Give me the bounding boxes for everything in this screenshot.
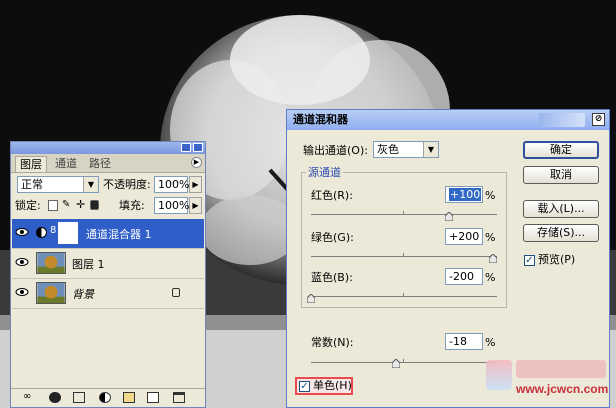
chevron-down-icon: ▼: [83, 177, 98, 192]
visibility-eye-icon[interactable]: [15, 227, 29, 237]
layer-name: 图层 1: [72, 258, 105, 271]
ok-button[interactable]: 确定: [523, 141, 599, 159]
red-label: 红色(R):: [311, 189, 353, 202]
chevron-down-icon: ▼: [423, 142, 438, 157]
close-icon[interactable]: [193, 143, 203, 152]
dialog-title: 通道混和器: [293, 113, 348, 126]
watermark-graphic: [516, 360, 606, 378]
panel-menu-icon[interactable]: ▶: [191, 157, 202, 168]
percent-sign: %: [485, 189, 496, 202]
save-button[interactable]: 存储(S)...: [523, 224, 599, 242]
layer-row-channel-mixer[interactable]: 8 通道混合器 1: [12, 219, 204, 249]
layer-mask-thumbnail[interactable]: [58, 222, 78, 244]
lock-icon: [172, 288, 180, 297]
layers-list: 8 通道混合器 1 图层 1 背景: [12, 219, 204, 309]
load-button[interactable]: 载入(L)...: [523, 200, 599, 218]
percent-sign: %: [485, 231, 496, 244]
blue-slider-handle[interactable]: [307, 294, 315, 303]
tab-channels[interactable]: 通道: [51, 156, 81, 172]
blue-label: 蓝色(B):: [311, 271, 353, 284]
tab-layers[interactable]: 图层: [15, 156, 47, 172]
watermark: www.jcwcn.com: [486, 360, 610, 404]
constant-slider-track[interactable]: [311, 362, 497, 363]
cancel-button[interactable]: 取消: [523, 166, 599, 184]
visibility-eye-icon[interactable]: [15, 287, 29, 297]
constant-input[interactable]: -18: [445, 333, 483, 350]
red-slider-track[interactable]: [311, 214, 497, 215]
fill-input[interactable]: 100%: [154, 197, 189, 214]
percent-sign: %: [485, 271, 496, 284]
fill-label: 填充:: [119, 199, 145, 212]
green-slider-handle[interactable]: [489, 254, 497, 263]
layer-name: 通道混合器 1: [86, 228, 152, 241]
slider-center-tick: [403, 211, 404, 214]
lock-transparency-icon[interactable]: [48, 200, 58, 211]
monochrome-label: 单色(H): [313, 379, 352, 392]
red-slider-handle[interactable]: [445, 212, 453, 221]
new-layer-icon[interactable]: [147, 392, 159, 403]
preview-checkbox[interactable]: ✓: [524, 255, 535, 266]
layer-row-background[interactable]: 背景: [12, 279, 204, 309]
monochrome-option[interactable]: ✓ 单色(H): [295, 377, 353, 395]
green-label: 绿色(G):: [311, 231, 354, 244]
output-channel-value: 灰色: [377, 143, 399, 156]
constant-label: 常数(N):: [311, 336, 354, 349]
output-channel-label: 输出通道(O):: [303, 144, 368, 157]
layer-style-icon[interactable]: [49, 392, 61, 403]
watermark-url: www.jcwcn.com: [516, 382, 609, 396]
blue-slider-track[interactable]: [311, 296, 497, 297]
panel-tab-strip: 图层 通道 路径 ▶: [11, 154, 205, 173]
monochrome-checkbox[interactable]: ✓: [299, 381, 310, 392]
lock-brush-icon[interactable]: ✎: [62, 200, 72, 211]
adjustment-layer-icon: [36, 227, 47, 238]
green-input[interactable]: +200: [445, 228, 483, 245]
constant-slider-handle[interactable]: [392, 359, 400, 368]
lock-all-icon[interactable]: [90, 200, 99, 210]
lock-options: ✎ ✛: [48, 199, 118, 211]
source-channels-legend: 源通道: [308, 166, 341, 179]
panel-title-bar[interactable]: [11, 142, 205, 154]
fill-arrow-icon[interactable]: ▶: [189, 197, 202, 214]
layer-row-layer1[interactable]: 图层 1: [12, 249, 204, 279]
percent-sign: %: [485, 336, 496, 349]
watermark-logo-icon: [486, 360, 512, 390]
blue-input[interactable]: -200: [445, 268, 483, 285]
lock-move-icon[interactable]: ✛: [76, 199, 86, 211]
layers-panel: 图层 通道 路径 ▶ 正常 ▼ 不透明度: 100% ▶ 锁定: ✎ ✛ 填充:…: [10, 141, 206, 408]
slider-center-tick: [403, 359, 404, 362]
windows-logo-icon: [539, 113, 585, 127]
red-input[interactable]: +100: [445, 186, 483, 203]
slider-center-tick: [403, 293, 404, 296]
dialog-title-bar[interactable]: 通道混和器 ⊘: [287, 110, 609, 130]
green-slider-track[interactable]: [311, 256, 497, 257]
opacity-arrow-icon[interactable]: ▶: [189, 176, 202, 193]
output-channel-select[interactable]: 灰色 ▼: [373, 141, 439, 158]
blend-mode-select[interactable]: 正常 ▼: [17, 176, 99, 193]
trash-icon[interactable]: [173, 392, 185, 403]
blend-mode-value: 正常: [21, 178, 43, 191]
red-value: +100: [449, 188, 482, 201]
lock-label: 锁定:: [15, 199, 41, 212]
slider-center-tick: [403, 253, 404, 256]
link-layers-icon[interactable]: ∞: [23, 392, 35, 403]
tab-paths[interactable]: 路径: [85, 156, 115, 172]
layers-bottom-toolbar: ∞: [11, 388, 205, 407]
close-icon[interactable]: ⊘: [592, 113, 605, 126]
opacity-input[interactable]: 100%: [154, 176, 189, 193]
opacity-label: 不透明度:: [103, 178, 151, 191]
layer-thumbnail: [36, 252, 66, 274]
preview-label: 预览(P): [538, 253, 576, 266]
minimize-icon[interactable]: [181, 143, 191, 152]
link-chain-icon: 8: [50, 225, 57, 236]
layer-thumbnail: [36, 282, 66, 304]
add-mask-icon[interactable]: [73, 392, 85, 403]
visibility-eye-icon[interactable]: [15, 257, 29, 267]
new-adjustment-layer-icon[interactable]: [99, 392, 111, 403]
layer-name: 背景: [72, 288, 94, 301]
folder-icon[interactable]: [123, 392, 135, 403]
